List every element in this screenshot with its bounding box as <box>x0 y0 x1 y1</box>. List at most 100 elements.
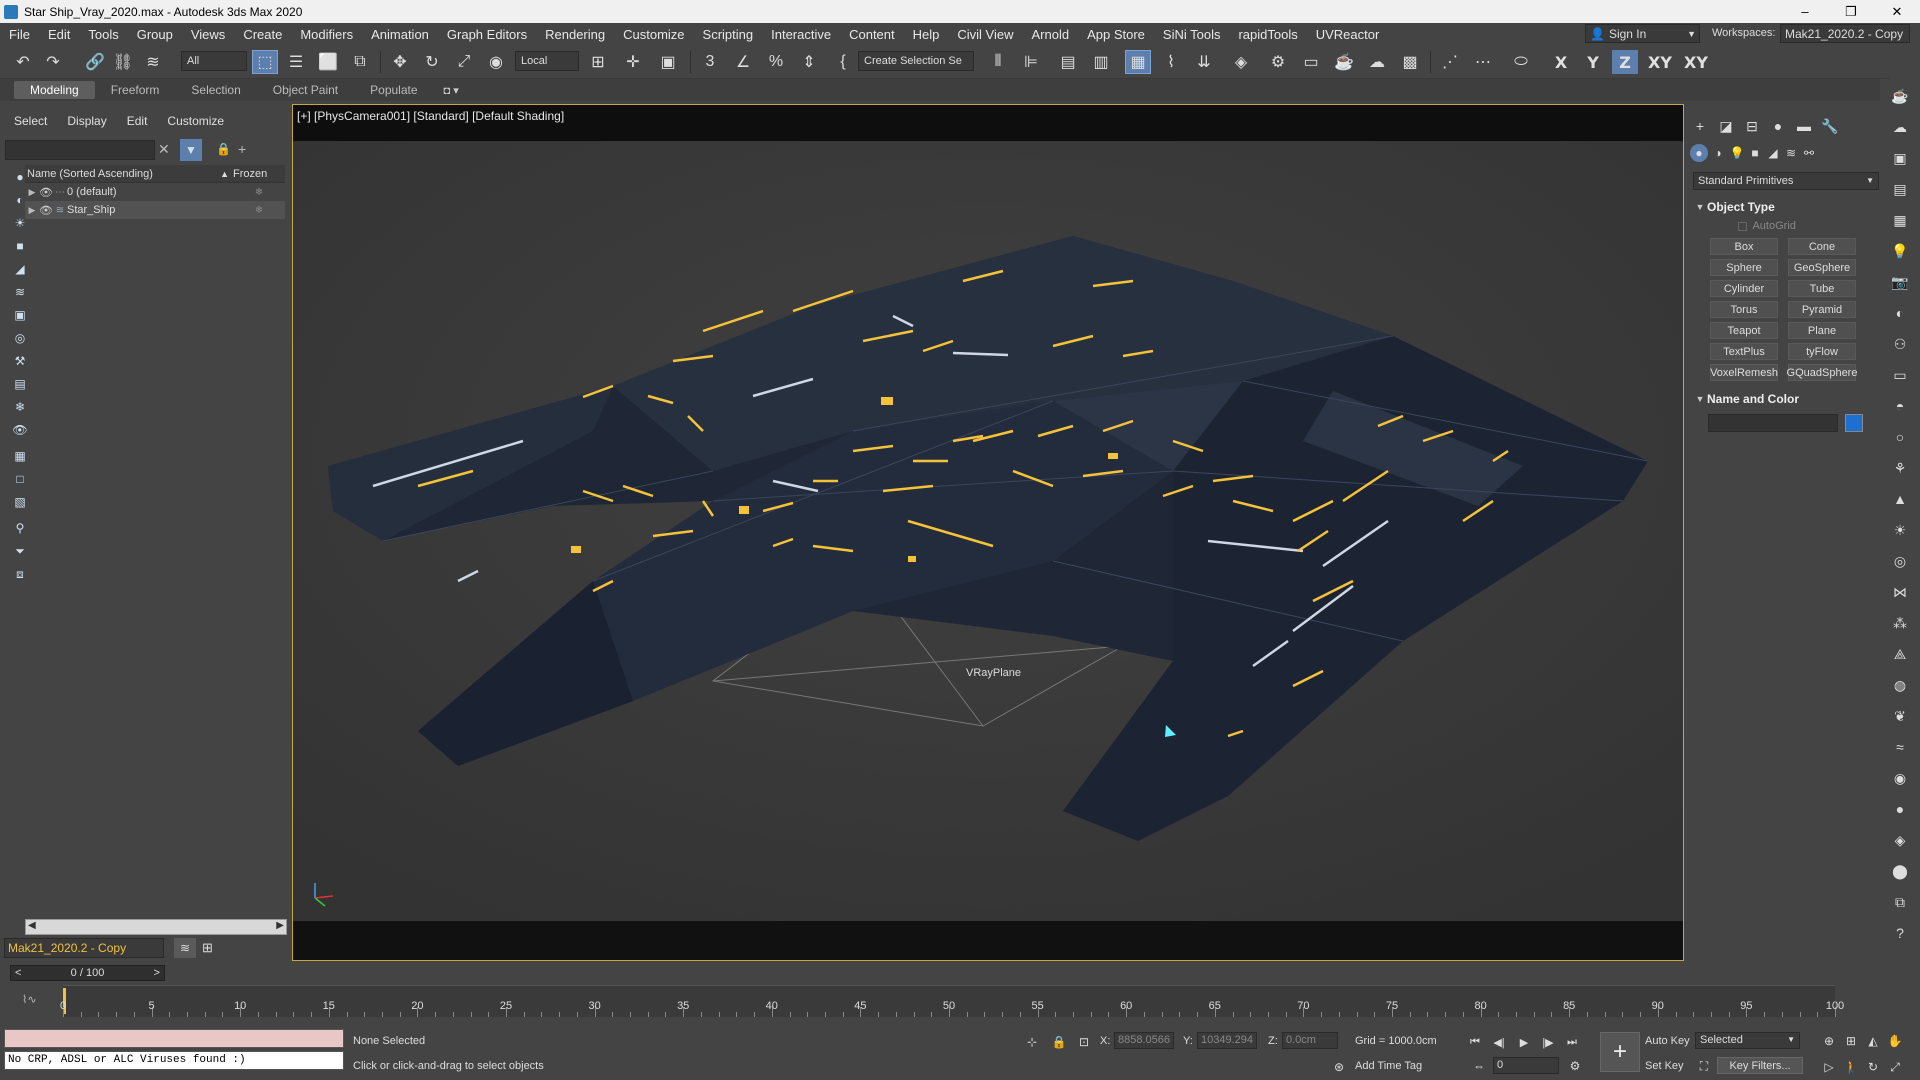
bone-filter-icon[interactable]: ⚒ <box>12 353 28 369</box>
dome-light-icon[interactable]: ◓ <box>1887 393 1913 419</box>
explorer-workspace-dropdown[interactable]: Mak21_2020.2 - Copy <box>4 938 164 958</box>
all-filter-icon[interactable]: ▦ <box>12 448 28 464</box>
torus-button[interactable]: Torus <box>1710 301 1778 318</box>
align-icon[interactable]: ⊫ <box>1018 50 1044 74</box>
lock-icon[interactable]: 🔒 <box>216 142 231 156</box>
rendered-frame-window-icon[interactable]: ▭ <box>1298 50 1324 74</box>
textplus-button[interactable]: TextPlus <box>1710 343 1778 360</box>
shader-icon[interactable]: ◈ <box>1887 827 1913 853</box>
z-coordinate-field[interactable]: 0.0cm <box>1282 1032 1338 1049</box>
auto-key-button[interactable]: Auto Key <box>1645 1035 1690 1047</box>
a360-gallery-icon[interactable]: ▩ <box>1397 50 1423 74</box>
menu-uvreactor[interactable]: UVReactor <box>1307 27 1389 42</box>
toggle-ribbon-icon[interactable]: ▥ <box>1088 50 1114 74</box>
reference-coordinate-dropdown[interactable]: Local <box>515 51 579 71</box>
voxelremesh-button[interactable]: VoxelRemesh <box>1710 364 1778 381</box>
tab-selection[interactable]: Selection <box>175 81 256 99</box>
motion-tab-icon[interactable]: ● <box>1768 116 1788 136</box>
create-tab-icon[interactable]: + <box>1690 116 1710 136</box>
maxscript-output[interactable]: No CRP, ADSL or ALC Viruses found :) <box>4 1051 344 1070</box>
cylinder-button[interactable]: Cylinder <box>1710 280 1778 297</box>
lights-category-icon[interactable]: 💡 <box>1728 144 1746 162</box>
visibility-eye-icon[interactable]: 👁 <box>39 204 53 217</box>
space-warps-filter-icon[interactable]: ≋ <box>12 284 28 300</box>
sphere-icon[interactable]: ● <box>1887 796 1913 822</box>
keyboard-shortcut-override-icon[interactable]: ▣ <box>655 50 681 74</box>
grid-icon[interactable]: ▦ <box>1887 207 1913 233</box>
percent-snap-icon[interactable]: % <box>763 50 789 74</box>
time-configuration-icon[interactable]: ⚙ <box>1566 1057 1584 1075</box>
vray-toolbar-icon[interactable]: ⚇ <box>1887 331 1913 357</box>
menu-rendering[interactable]: Rendering <box>536 27 614 42</box>
fur-icon[interactable]: ⚘ <box>1887 455 1913 481</box>
scale-icon[interactable]: ⤢ <box>451 50 477 74</box>
y-coordinate-field[interactable]: 10349.294 <box>1197 1032 1257 1049</box>
isolate-selection-icon[interactable]: ⊹ <box>1023 1033 1041 1051</box>
minimize-button[interactable]: – <box>1782 0 1828 23</box>
layer-manager-icon[interactable]: ⧈ <box>12 566 28 582</box>
axis-x-button[interactable]: X <box>1548 50 1574 74</box>
geosphere-button[interactable]: GeoSphere <box>1788 259 1856 276</box>
menu-create[interactable]: Create <box>234 27 291 42</box>
funnel-icon[interactable]: ⏷ <box>12 543 28 559</box>
walk-through-icon[interactable]: 🚶 <box>1842 1058 1860 1076</box>
absolute-mode-icon[interactable]: ⊡ <box>1075 1033 1093 1051</box>
primitive-category-dropdown[interactable]: Standard Primitives ▼ <box>1693 172 1879 190</box>
camera-icon[interactable]: 📷 <box>1887 269 1913 295</box>
systems-category-icon[interactable]: ⚯ <box>1800 144 1818 162</box>
add-layer-icon[interactable]: + <box>238 141 246 157</box>
angle-snap-icon[interactable]: ∠ <box>730 50 756 74</box>
menu-modifiers[interactable]: Modifiers <box>291 27 362 42</box>
sort-by-layer-icon[interactable]: ≋ <box>174 938 196 958</box>
viewport-label[interactable]: [+] [PhysCamera001] [Standard] [Default … <box>297 109 564 123</box>
play-icon[interactable]: ▶ <box>1515 1034 1533 1050</box>
go-to-end-icon[interactable]: ⏭ <box>1563 1034 1581 1050</box>
display-tab-icon[interactable]: ▬ <box>1794 116 1814 136</box>
menu-tools[interactable]: Tools <box>79 27 127 42</box>
menu-graph-editors[interactable]: Graph Editors <box>438 27 536 42</box>
explorer-search-input[interactable] <box>5 140 155 160</box>
tyflow-button[interactable]: tyFlow <box>1788 343 1856 360</box>
snaps-toggle-icon[interactable]: 3 <box>697 50 723 74</box>
menu-rapidtools[interactable]: rapidTools <box>1229 27 1306 42</box>
gquadsphere-button[interactable]: GQuadSphere <box>1787 364 1857 381</box>
scroll-right-icon[interactable]: ▶ <box>276 920 284 931</box>
scroll-left-icon[interactable]: ◀ <box>28 920 36 931</box>
particles-icon[interactable]: ⁂ <box>1887 610 1913 636</box>
hidden-filter-icon[interactable]: 👁 <box>12 422 28 438</box>
select-by-name-icon[interactable]: ☰ <box>283 50 309 74</box>
cameras-filter-icon[interactable]: ■ <box>12 238 28 254</box>
shapes-category-icon[interactable]: ◑ <box>1709 144 1727 162</box>
select-object-icon[interactable]: ⬚ <box>252 50 278 74</box>
proxy-icon[interactable]: ⋈ <box>1887 579 1913 605</box>
menu-scripting[interactable]: Scripting <box>694 27 763 42</box>
vfb-icon[interactable]: ⬤ <box>1887 858 1913 884</box>
frozen-filter-icon[interactable]: ❄ <box>12 399 28 415</box>
array-icon[interactable]: ⋯ <box>1470 50 1496 74</box>
invert-filter-icon[interactable]: ▧ <box>12 494 28 510</box>
axis-y-button[interactable]: Y <box>1580 50 1606 74</box>
axis-z-button[interactable]: Z <box>1612 50 1638 74</box>
geometry-category-icon[interactable]: ● <box>1690 144 1708 162</box>
timeline-track[interactable]: 0 5 10 15 20 25 30 35 40 45 50 55 60 65 70 75 80 85 90 95 10… <box>60 985 1844 1017</box>
bind-space-warp-icon[interactable]: ≋ <box>140 50 166 74</box>
pan-view-icon[interactable]: ✋ <box>1886 1032 1904 1050</box>
clear-search-icon[interactable]: ✕ <box>158 141 170 158</box>
set-key-mode-button[interactable]: Set Key <box>1645 1060 1684 1072</box>
sun-icon[interactable]: ☀ <box>1887 517 1913 543</box>
containers-filter-icon[interactable]: ▤ <box>12 376 28 392</box>
expand-arrow-icon[interactable]: ▶ <box>25 187 39 198</box>
scene-explorer-icon[interactable]: ▦ <box>1125 50 1151 74</box>
menu-group[interactable]: Group <box>128 27 182 42</box>
pyramid-button[interactable]: Pyramid <box>1788 301 1856 318</box>
tab-modeling[interactable]: Modeling <box>14 81 95 99</box>
set-key-button[interactable]: + <box>1600 1032 1640 1072</box>
viewport[interactable]: [+] [PhysCamera001] [Standard] [Default … <box>292 104 1684 961</box>
document-icon[interactable]: ▤ <box>1887 176 1913 202</box>
find-icon[interactable]: ⚲ <box>12 520 28 536</box>
plane-object-icon[interactable]: ▭ <box>1887 362 1913 388</box>
autogrid-checkbox[interactable]: AutoGrid <box>1738 220 1796 232</box>
unlink-icon[interactable]: ⛓ <box>110 50 136 74</box>
key-filter-icon[interactable]: ⛶ <box>1695 1057 1713 1075</box>
rotate-icon[interactable]: ↻ <box>419 50 445 74</box>
